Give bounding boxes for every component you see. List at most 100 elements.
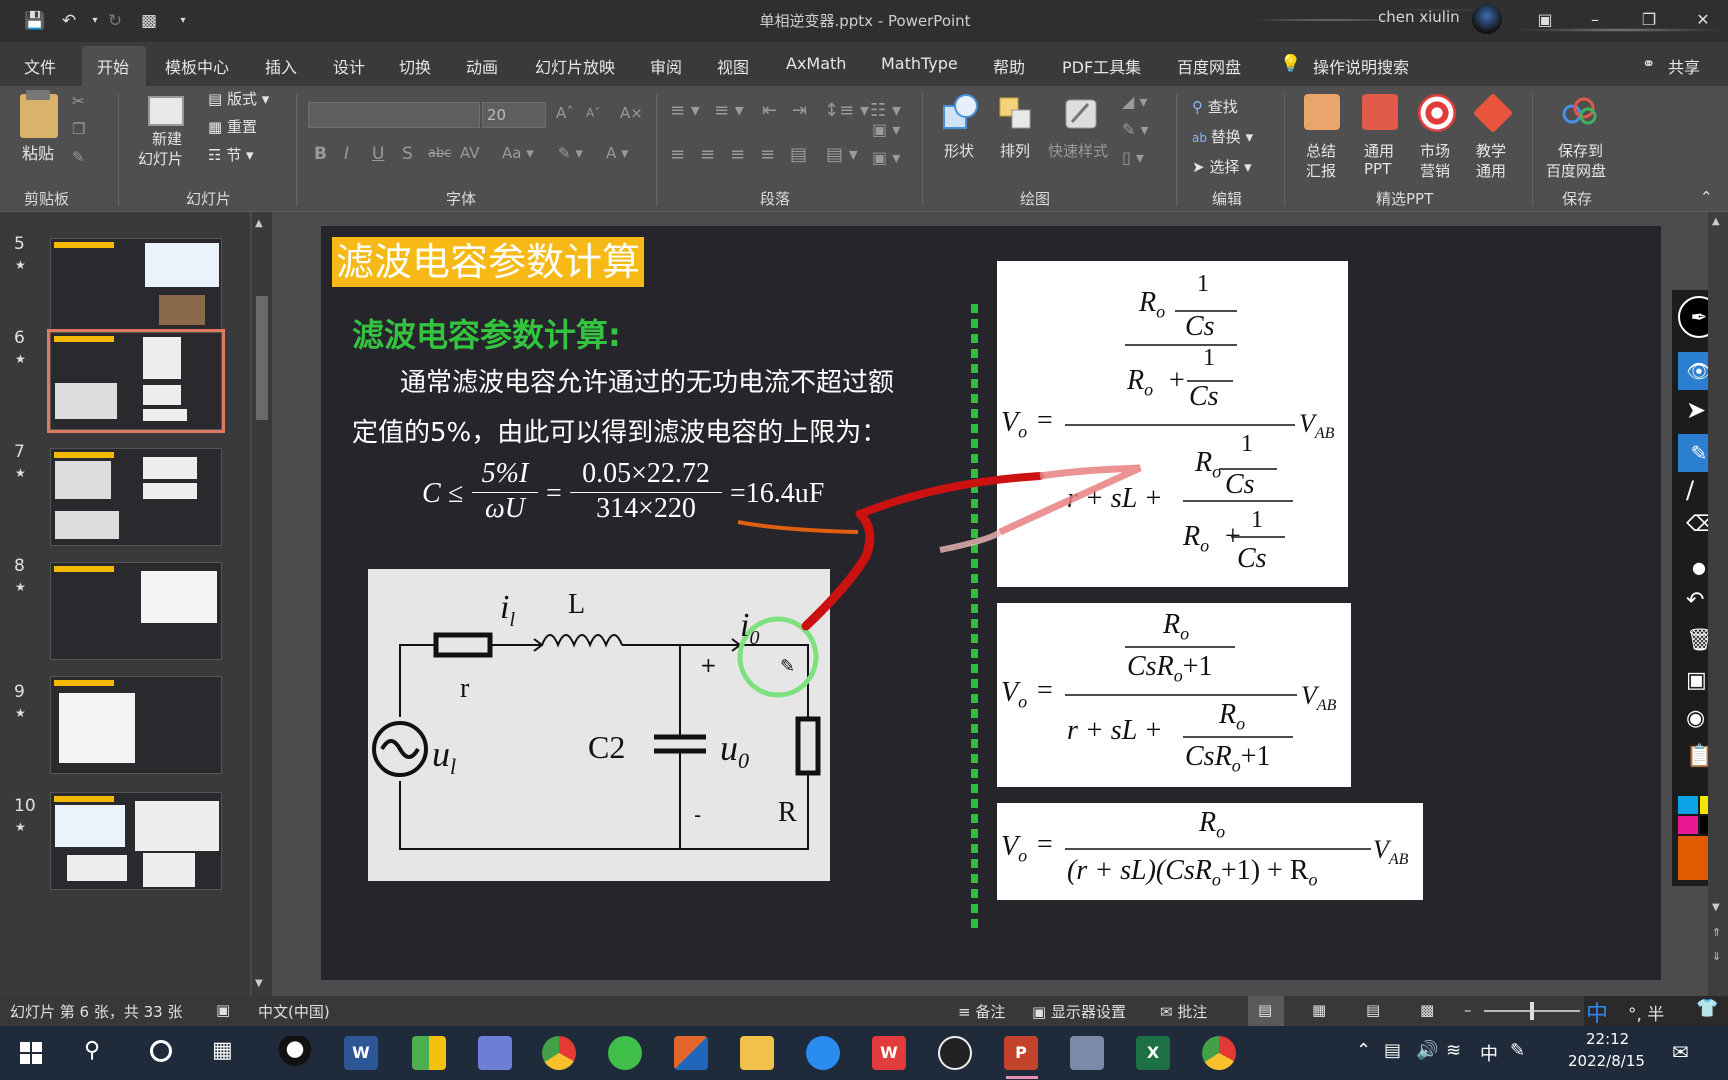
quick-styles-label[interactable]: 快速样式	[1048, 140, 1108, 161]
close-icon[interactable]: ✕	[1686, 8, 1720, 32]
clock-date[interactable]: 2022/8/15	[1568, 1052, 1645, 1070]
slide-thumbnail-6[interactable]	[47, 329, 225, 433]
avatar[interactable]	[1472, 4, 1502, 34]
tab-file[interactable]: 文件	[24, 54, 56, 78]
section-title[interactable]: 滤波电容参数计算:	[352, 310, 621, 356]
marketing-target-icon[interactable]	[1418, 94, 1456, 132]
tab-baidu[interactable]: 百度网盘	[1177, 54, 1241, 78]
text-direction-icon[interactable]: ▤ ▾	[826, 144, 858, 165]
line-spacing-icon[interactable]: ↕≡ ▾	[824, 100, 869, 121]
normal-view-icon[interactable]: ▤	[1258, 1001, 1272, 1019]
save-cloud-label-2[interactable]: 百度网盘	[1546, 160, 1606, 181]
user-name[interactable]: chen xiulin	[1378, 8, 1460, 26]
align-right-icon[interactable]: ≡	[730, 144, 745, 165]
teach-label-2[interactable]: 通用	[1476, 160, 1506, 181]
baidu-cloud-icon[interactable]	[1562, 96, 1598, 126]
undo-icon[interactable]: ↶	[58, 10, 80, 32]
ime-punctuation[interactable]: °, 半	[1628, 1000, 1664, 1025]
chrome-icon-2[interactable]	[1202, 1036, 1236, 1070]
pen-ink-annotations[interactable]	[700, 460, 1160, 660]
shape-fill-icon[interactable]: ◢ ▾	[1122, 92, 1147, 111]
minimize-icon[interactable]: –	[1578, 8, 1612, 32]
thumbnail-scrollbar[interactable]: ▲ ▼	[252, 212, 272, 996]
reset-button[interactable]: ▦ 重置	[208, 116, 257, 137]
scroll-up-icon[interactable]: ▲	[255, 218, 263, 229]
teaching-icon[interactable]	[1472, 92, 1514, 134]
font-color-icon[interactable]: A ▾	[606, 144, 629, 162]
scroll-down-icon[interactable]: ▼	[1712, 902, 1720, 913]
new-slide-icon[interactable]	[148, 96, 184, 126]
wechat-icon[interactable]	[608, 1036, 642, 1070]
wps-icon[interactable]: W	[872, 1036, 906, 1070]
task-view-icon[interactable]: ▦	[212, 1038, 233, 1063]
penapp-icon[interactable]	[938, 1036, 972, 1070]
tab-axmath[interactable]: AxMath	[786, 54, 846, 73]
italic-icon[interactable]: I	[344, 144, 349, 164]
tab-design[interactable]: 设计	[333, 54, 365, 78]
excel-icon[interactable]: X	[1136, 1036, 1170, 1070]
undo-ink-icon[interactable]: ↶	[1686, 588, 1704, 613]
ribbon-display-icon[interactable]: ▣	[1528, 8, 1562, 32]
slide-sorter-icon[interactable]: ▦	[1312, 1001, 1326, 1019]
copy-icon[interactable]: ❐	[72, 120, 85, 138]
strikethrough-icon[interactable]: abc	[428, 146, 451, 161]
shapes-label[interactable]: 形状	[944, 140, 974, 161]
market-label-1[interactable]: 市场	[1420, 140, 1450, 161]
tab-insert[interactable]: 插入	[265, 54, 297, 78]
font-size-decrease-icon[interactable]: Aˇ	[586, 106, 600, 120]
cortana-icon[interactable]	[150, 1040, 172, 1062]
feishu-icon[interactable]	[806, 1036, 840, 1070]
editor-scrollbar[interactable]: ▲ ▼ ⇑ ⇓	[1708, 212, 1728, 996]
spellcheck-icon[interactable]: ▣	[216, 1001, 230, 1019]
paste-label[interactable]: 粘贴	[22, 140, 54, 164]
battery-icon[interactable]: ▤	[1384, 1040, 1401, 1061]
justify-icon[interactable]: ≡	[760, 144, 775, 165]
tab-review[interactable]: 审阅	[650, 54, 682, 78]
save-icon[interactable]: 💾	[24, 10, 46, 32]
scroll-up-icon[interactable]: ▲	[1712, 216, 1720, 227]
distributed-icon[interactable]: ▤	[790, 144, 807, 165]
app-icon-slate[interactable]	[1070, 1036, 1104, 1070]
chrome-icon[interactable]	[542, 1036, 576, 1070]
zoom-slider-thumb[interactable]	[1530, 1002, 1534, 1020]
word-icon[interactable]: W	[344, 1036, 378, 1070]
highlight-icon[interactable]: ✎ ▾	[558, 144, 583, 162]
tab-help[interactable]: 帮助	[993, 54, 1025, 78]
redo-icon[interactable]: ↻	[104, 10, 126, 32]
next-slide-icon[interactable]: ⇓	[1712, 950, 1721, 963]
select-button[interactable]: ➤ 选择 ▾	[1192, 156, 1252, 177]
align-center-icon[interactable]: ≡	[700, 144, 715, 165]
zoom-out-icon[interactable]: –	[1464, 1001, 1472, 1019]
scroll-thumb[interactable]	[256, 296, 268, 420]
reader-app-icon[interactable]	[478, 1036, 512, 1070]
align-left-icon[interactable]: ≡	[670, 144, 685, 165]
font-name-box[interactable]	[308, 102, 480, 128]
collapse-ribbon-icon[interactable]: ⌃	[1700, 188, 1713, 206]
increase-indent-icon[interactable]: ⇥	[792, 100, 807, 121]
summary-label-2[interactable]: 汇报	[1306, 160, 1336, 181]
change-case-icon[interactable]: Aa ▾	[502, 144, 534, 162]
slide-thumbnail-10[interactable]	[50, 792, 222, 890]
tab-transitions[interactable]: 切换	[399, 54, 431, 78]
comments-button[interactable]: ✉ 批注	[1160, 1001, 1207, 1022]
tab-mathtype[interactable]: MathType	[881, 54, 958, 73]
transfer-function-formula-3[interactable]: Vo = Ro (r + sL)(CsRo+1) + Ro VAB	[997, 803, 1423, 900]
market-label-2[interactable]: 营销	[1420, 160, 1450, 181]
tray-overflow-icon[interactable]: ⌃	[1356, 1040, 1371, 1061]
section-button[interactable]: ☶ 节 ▾	[208, 144, 254, 165]
slide-thumbnail-8[interactable]	[50, 562, 222, 660]
summary-report-icon[interactable]	[1304, 94, 1340, 130]
language-indicator[interactable]: 中文(中国)	[258, 1001, 330, 1022]
slide-thumbnail-9[interactable]	[50, 676, 222, 774]
undo-dropdown-icon[interactable]: ▾	[84, 10, 106, 32]
customize-toolbar-icon[interactable]: ▾	[172, 10, 194, 32]
color-swatch-blue[interactable]	[1678, 796, 1698, 814]
reading-view-icon[interactable]: ▤	[1366, 1001, 1380, 1019]
paste-icon[interactable]	[20, 94, 58, 138]
tab-animations[interactable]: 动画	[466, 54, 498, 78]
slide-title[interactable]: 滤波电容参数计算	[332, 237, 645, 287]
bullets-icon[interactable]: ≡ ▾	[670, 100, 700, 121]
wifi-icon[interactable]: ≋	[1446, 1040, 1461, 1061]
replace-button[interactable]: ab 替换 ▾	[1192, 126, 1253, 147]
new-slide-label-1[interactable]: 新建	[152, 128, 182, 149]
